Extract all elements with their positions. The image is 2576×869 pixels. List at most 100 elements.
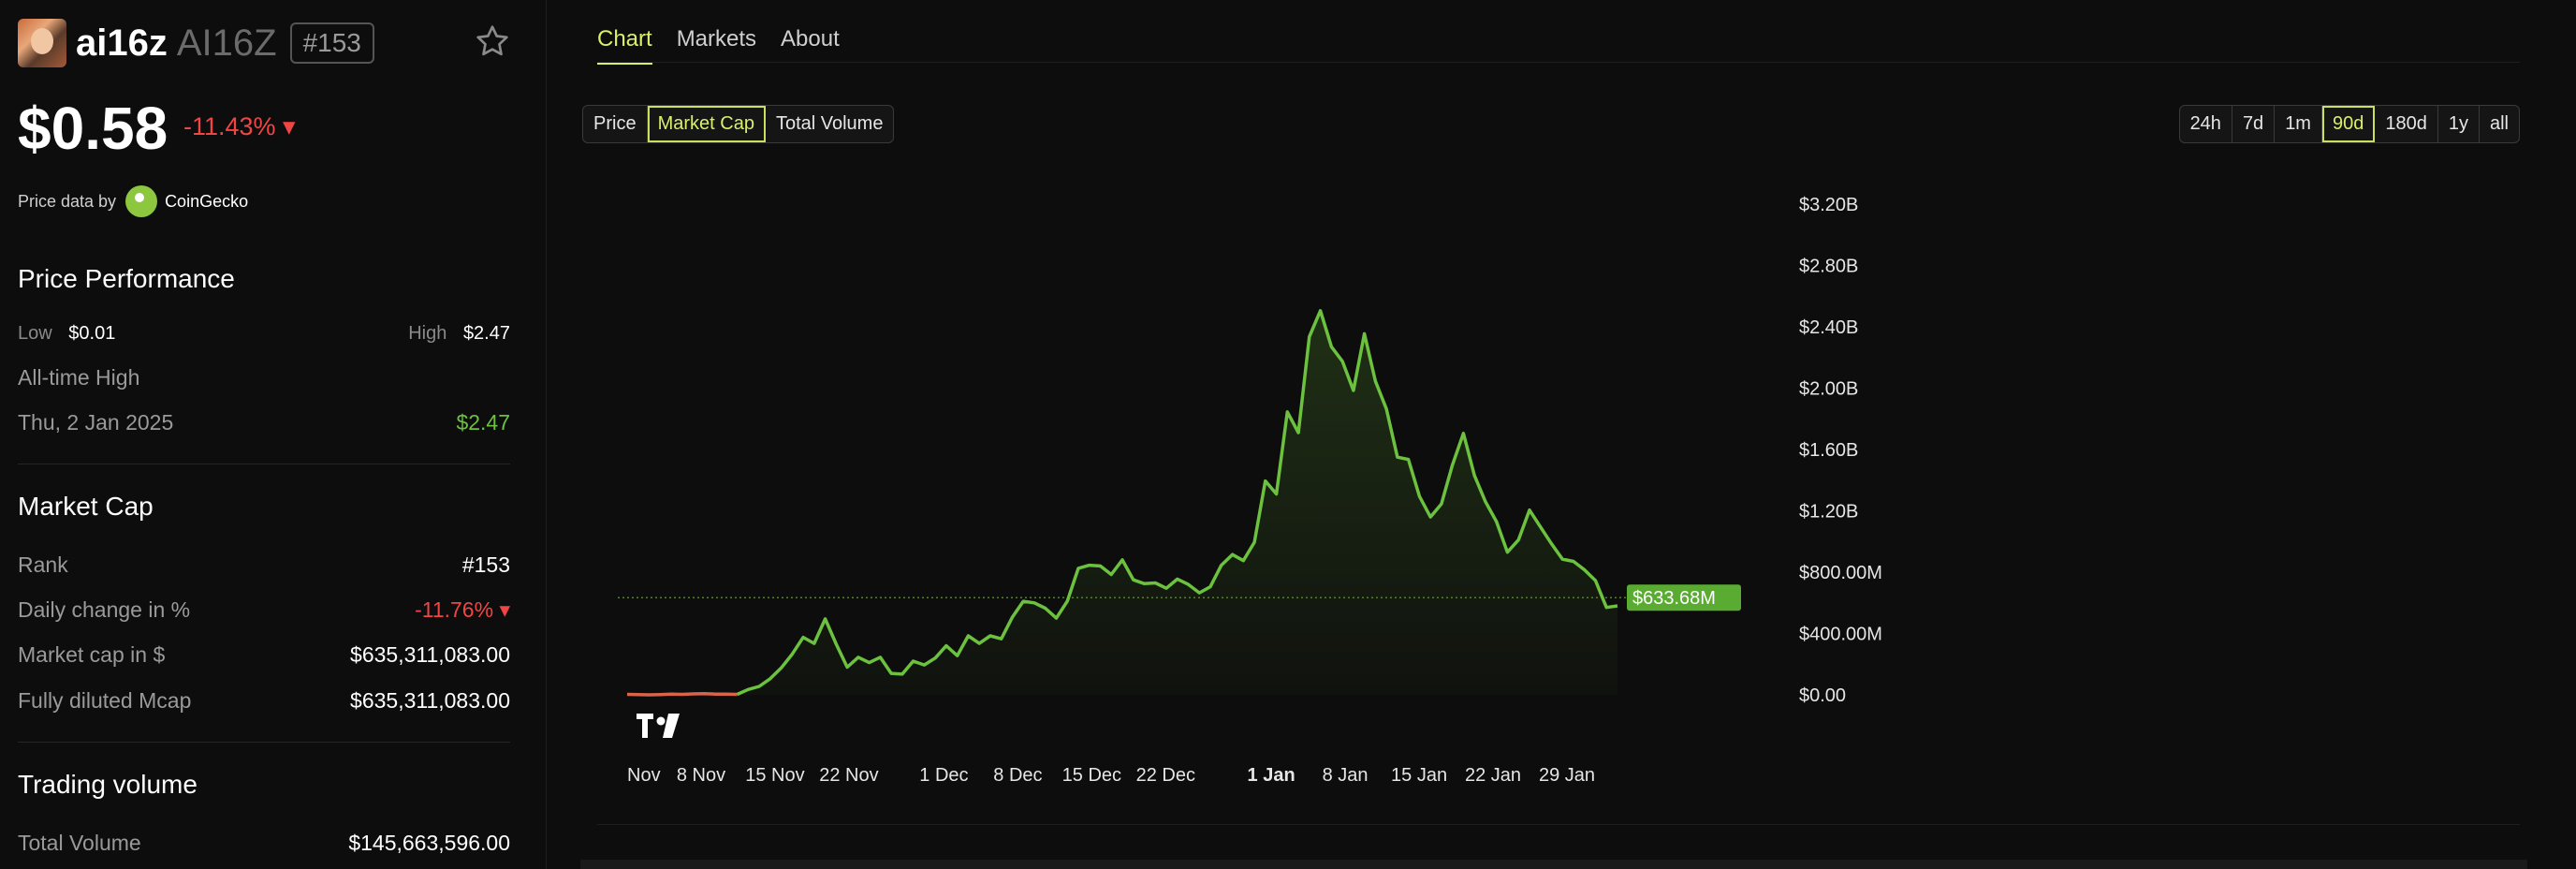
tab-markets[interactable]: Markets (677, 26, 756, 65)
tv-row-total: Total Volume $145,663,596.00 (18, 831, 510, 856)
chart-point (636, 692, 641, 698)
chart-point (789, 652, 795, 657)
chart-point (1219, 563, 1224, 568)
token-sidebar: ai16z AI16Z #153 $0.58 -11.43% ▾ Price d… (0, 0, 547, 869)
chart-point (1164, 585, 1169, 591)
range-1y-button[interactable]: 1y (2438, 106, 2480, 142)
token-symbol: AI16Z (176, 22, 277, 64)
x-tick-label: 1 Jan (1248, 765, 1295, 786)
tab-chart[interactable]: Chart (597, 26, 652, 65)
chart-point (976, 641, 982, 646)
low-value: $0.01 (68, 323, 116, 344)
chart-point (856, 655, 861, 660)
y-tick-label: $3.20B (1799, 195, 1858, 215)
chart-point (724, 691, 729, 697)
x-tick-label: 1 Dec (919, 765, 968, 786)
y-tick-label: $800.00M (1799, 563, 1882, 583)
chart-point (624, 692, 630, 698)
y-tick-label: $1.20B (1799, 502, 1858, 523)
y-tick-label: $2.00B (1799, 379, 1858, 400)
chart-point (1009, 614, 1015, 620)
bottom-scroll-area (580, 860, 2527, 869)
main-tabs: Chart Markets About (597, 26, 864, 65)
chart-point (944, 643, 949, 649)
chart-point (833, 641, 839, 647)
mc-market-cap-value: $635,311,083.00 (350, 642, 510, 667)
chart-point (1471, 473, 1477, 479)
chart-point (1196, 590, 1202, 596)
price-source-name[interactable]: CoinGecko (165, 192, 248, 212)
chart-point (1230, 552, 1236, 557)
market-cap-chart[interactable]: $3.20B $2.80B $2.40B $2.00B $1.60B $1.20B $800… (580, 169, 2527, 824)
chart-svg[interactable]: $3.20B $2.80B $2.40B $2.00B $1.60B $1.20B $800… (580, 169, 2527, 824)
chart-point (911, 658, 916, 664)
range-selector: 24h 7d 1m 90d 180d 1y all (2178, 105, 2520, 143)
chart-point (1240, 558, 1246, 564)
chart-point (1460, 431, 1466, 436)
chart-point (1339, 359, 1345, 364)
tradingview-logo[interactable] (637, 714, 680, 738)
chart-bottom-divider (597, 824, 2520, 825)
chart-point (812, 641, 817, 646)
chart-point (965, 633, 971, 639)
chart-point (1483, 499, 1488, 505)
price-change: -11.43% ▾ (183, 112, 296, 140)
tv-total-label: Total Volume (18, 831, 141, 855)
x-tick-label: 22 Nov (819, 765, 878, 786)
chart-point (1108, 571, 1114, 577)
metric-price-button[interactable]: Price (583, 106, 648, 142)
chart-point (1515, 538, 1521, 543)
mc-fdv-value: $635,311,083.00 (350, 688, 510, 713)
low-label: Low (18, 323, 52, 344)
chart-point (745, 686, 751, 692)
chart-point (1439, 501, 1444, 507)
ath-label-row: All-time High (18, 365, 510, 390)
range-90d-button[interactable]: 90d (2321, 106, 2376, 142)
star-icon[interactable] (474, 22, 511, 60)
range-1m-button[interactable]: 1m (2275, 106, 2322, 142)
mc-fdv-label: Fully diluted Mcap (18, 688, 192, 713)
chart-point (1053, 615, 1059, 621)
chart-point (680, 692, 685, 698)
range-all-button[interactable]: all (2480, 106, 2519, 142)
sidebar-divider (546, 0, 547, 869)
mc-daily-change-label: Daily change in % (18, 597, 191, 622)
x-tick-label: 29 Jan (1539, 765, 1595, 786)
metric-total-volume-button[interactable]: Total Volume (766, 106, 894, 142)
range-7d-button[interactable]: 7d (2232, 106, 2276, 142)
chart-point (779, 665, 784, 670)
chart-point (1450, 462, 1456, 467)
chart-point (1274, 491, 1280, 496)
ath-value: $2.47 (456, 410, 510, 434)
x-axis: Nov 8 Nov 15 Nov 22 Nov 1 Dec 8 Dec 15 Dec 22 D… (627, 765, 1595, 786)
mc-row-market-cap: Market cap in $ $635,311,083.00 (18, 642, 510, 668)
x-tick-label: 15 Dec (1062, 765, 1121, 786)
chart-point (1395, 454, 1400, 460)
mc-rank-value: #153 (461, 552, 510, 577)
chart-point (1175, 576, 1180, 582)
chart-point (1043, 605, 1048, 611)
chart-point (1076, 566, 1081, 571)
tab-about[interactable]: About (781, 26, 840, 65)
chart-point (1351, 388, 1356, 393)
chart-point (1527, 508, 1532, 513)
metric-market-cap-button[interactable]: Market Cap (647, 106, 766, 142)
chart-point (1284, 409, 1290, 415)
chart-point (1087, 563, 1092, 568)
rank-badge: #153 (289, 22, 374, 64)
chart-point (1427, 514, 1433, 520)
range-24h-button[interactable]: 24h (2180, 106, 2232, 142)
chart-area-fill (627, 310, 1617, 695)
chart-point (1032, 600, 1037, 606)
chart-point (712, 691, 718, 697)
y-tick-label: $400.00M (1799, 625, 1882, 645)
chart-point (1152, 580, 1158, 585)
chart-point (988, 633, 993, 639)
chart-point (867, 660, 872, 666)
chart-point (756, 684, 762, 689)
price-source-label: Price data by (18, 191, 117, 211)
chart-point (1372, 378, 1378, 384)
chart-point (800, 635, 806, 641)
range-180d-button[interactable]: 180d (2375, 106, 2438, 142)
price-performance-title: Price Performance (18, 264, 235, 293)
